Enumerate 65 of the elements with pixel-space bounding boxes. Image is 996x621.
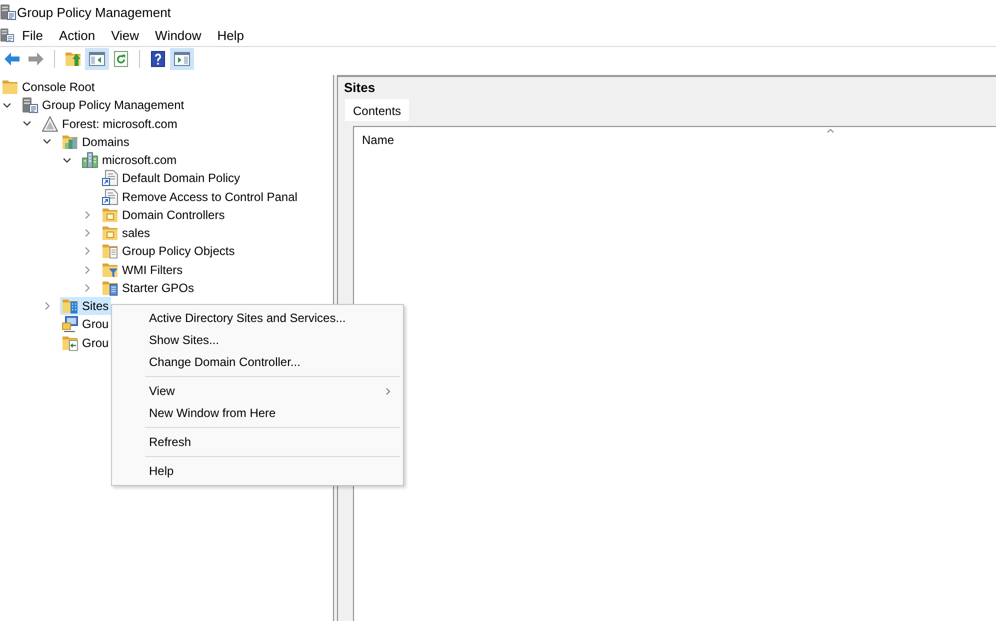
window-title: Group Policy Management [17,4,171,20]
chevron-right-icon[interactable] [84,266,90,274]
tree-item[interactable]: Remove Access to Control Panal [100,188,300,206]
refresh-icon [113,50,129,66]
menu-item[interactable]: Refresh [112,431,403,453]
tree-item[interactable]: Default Domain Policy [100,169,242,188]
chevron-down-icon[interactable] [43,139,51,144]
tree-item[interactable]: Sites [60,297,111,316]
tree-item[interactable]: microsoft.com [80,151,179,170]
chevron-right-icon[interactable] [84,210,90,219]
chevron-down-icon[interactable] [23,121,31,126]
tree-item[interactable]: WMI Filters [100,260,185,279]
tree-item[interactable]: Grou [60,334,111,352]
tree-item[interactable]: Domains [60,132,132,151]
right-panel-icon [174,50,190,66]
chevron-right-icon[interactable] [44,302,50,310]
tab[interactable]: Contents [345,99,410,121]
triangle-icon [42,116,58,132]
show-action-pane-button[interactable] [170,48,194,70]
menu-item[interactable]: Action [50,25,104,45]
tree-item[interactable]: Grou [60,315,111,334]
folder-buildings-icon [62,134,78,150]
folder-icon [2,79,18,96]
buildings-icon [82,152,98,168]
forward-arrow-icon [28,50,44,66]
folder-card-icon [102,206,118,223]
document-shortcut-icon [102,170,118,186]
document-shortcut-icon [102,188,118,205]
menu-item[interactable]: Show Sites... [112,329,403,351]
menu-item[interactable]: Window [147,25,210,45]
menu-item[interactable]: New Window from Here [112,402,403,424]
tree-item[interactable]: Forest: microsoft.com [40,114,180,133]
pane-title: Sites [343,79,376,97]
tree-item[interactable]: sales [100,224,152,242]
menu-item[interactable]: Active Directory Sites and Services... [112,307,403,329]
menu-item[interactable]: View [103,25,148,45]
folder-funnel-icon [102,262,118,278]
server-icon[interactable] [0,28,14,42]
help-icon [150,50,166,66]
folder-document-arrow-icon [62,334,78,351]
chevron-right-icon[interactable] [84,247,90,256]
folder-document-icon [102,243,118,260]
menu-item[interactable]: View [112,380,403,402]
tree-item[interactable]: Starter GPOs [100,278,196,297]
chevron-down-icon[interactable] [63,158,71,163]
chevron-right-icon[interactable] [84,229,90,238]
back-arrow-icon [4,50,20,66]
computer-icon [62,316,78,332]
folder-card-icon [102,225,118,242]
tree-item[interactable]: Group Policy Management [20,96,186,114]
folder-up-arrow-icon [65,50,81,66]
menu-item[interactable]: Change Domain Controller... [112,351,403,373]
tree-item[interactable]: Domain Controllers [100,206,227,224]
server-icon [22,97,38,114]
menu-item[interactable]: Help [112,460,403,482]
menu-item[interactable]: Help [209,25,252,45]
chevron-down-icon[interactable] [3,102,11,108]
folder-page-icon [102,280,118,296]
chevron-right-icon[interactable] [84,284,90,292]
menu-item[interactable]: File [14,25,51,45]
folder-building-icon [62,298,78,314]
tree-item[interactable]: Group Policy Objects [100,242,237,260]
show-tree-button[interactable] [85,48,109,70]
left-panel-icon [89,50,105,66]
tree-item[interactable]: Console Root [0,78,97,96]
